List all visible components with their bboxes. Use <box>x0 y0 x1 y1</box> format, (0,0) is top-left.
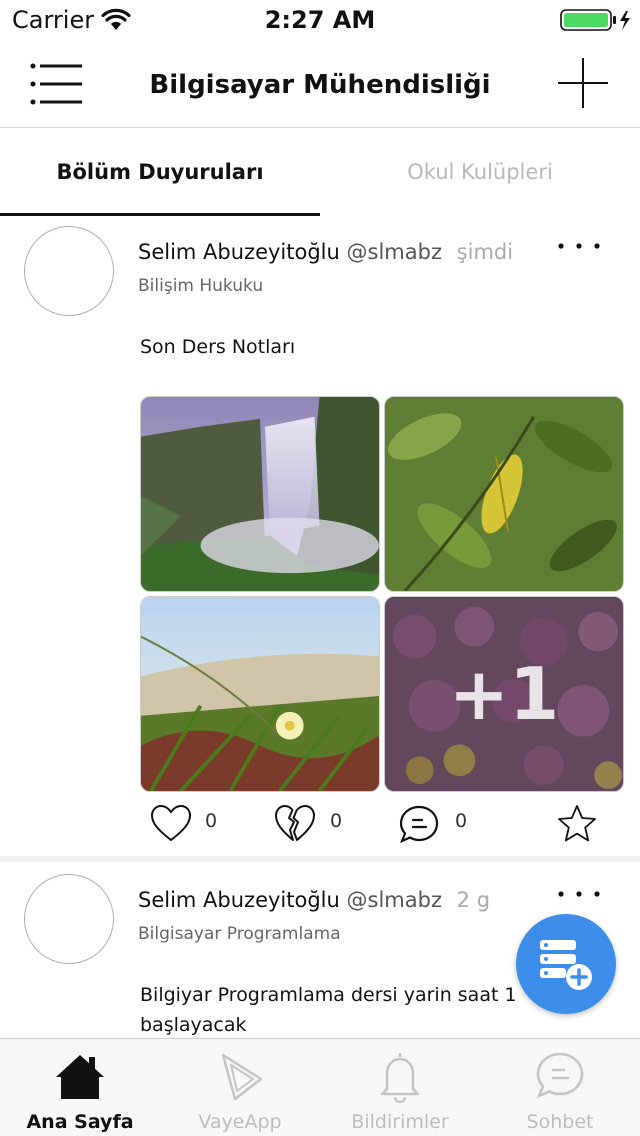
status-time: 2:27 AM <box>264 6 376 34</box>
tab-vayeapp[interactable]: VayeApp <box>160 1039 320 1136</box>
photo-leaves[interactable] <box>384 396 624 592</box>
plus-icon[interactable] <box>556 56 610 110</box>
tab-label: Bildirimler <box>351 1111 449 1133</box>
tab-label: VayeApp <box>198 1111 282 1133</box>
vaye-logo-icon <box>221 1053 263 1101</box>
home-icon <box>56 1055 104 1099</box>
avatar[interactable] <box>24 874 114 964</box>
tab-label: Ana Sayfa <box>26 1111 134 1133</box>
star-icon[interactable] <box>556 804 598 844</box>
post-author[interactable]: Selim Abuzeyitoğlu <box>138 888 340 912</box>
dislike-count: 0 <box>330 810 343 832</box>
page-title: Bilgisayar Mühendisliği <box>149 70 491 100</box>
tab-label: Sohbet <box>526 1111 594 1133</box>
tab-sohbet[interactable]: Sohbet <box>480 1039 640 1136</box>
like-count: 0 <box>205 810 218 832</box>
avatar[interactable] <box>24 226 114 316</box>
post-actions: 0 0 0 <box>0 802 640 846</box>
post-author[interactable]: Selim Abuzeyitoğlu <box>138 240 340 264</box>
post-time: şimdi <box>456 240 514 264</box>
photo-purple-flowers[interactable]: +1 <box>384 596 624 792</box>
floating-action-button[interactable] <box>516 914 616 1014</box>
comment-count: 0 <box>455 810 468 832</box>
bottom-tab-bar: Ana Sayfa VayeApp Bildirimler Sohbet <box>0 1038 640 1136</box>
photo-gallery: +1 <box>140 396 624 794</box>
comment-icon[interactable] <box>398 804 440 844</box>
tab-bildirimler[interactable]: Bildirimler <box>320 1039 480 1136</box>
tab-bolum-duyurulari[interactable]: Bölüm Duyuruları <box>0 128 320 216</box>
broken-heart-icon[interactable] <box>274 804 316 844</box>
bell-icon <box>380 1053 420 1103</box>
more-options-icon[interactable] <box>556 240 602 252</box>
post-header: Selim Abuzeyitoğlu @slmabz şimdi <box>138 240 513 264</box>
more-photos-overlay[interactable]: +1 <box>385 597 623 791</box>
post-time: 2 g <box>456 888 491 912</box>
photo-flower[interactable] <box>140 596 380 792</box>
post-category: Bilgisayar Programlama <box>138 924 341 944</box>
post-header: Selim Abuzeyitoğlu @slmabz 2 g <box>138 888 490 912</box>
post-text: Son Ders Notları <box>140 336 296 358</box>
server-add-icon <box>540 940 592 990</box>
post-category: Bilişim Hukuku <box>138 276 264 296</box>
tab-ana-sayfa[interactable]: Ana Sayfa <box>0 1039 160 1136</box>
post-handle[interactable]: @slmabz <box>347 240 442 264</box>
more-options-icon[interactable] <box>556 888 602 900</box>
photo-waterfall[interactable] <box>140 396 380 592</box>
battery-icon <box>560 9 630 31</box>
heart-icon[interactable] <box>150 804 192 844</box>
category-tabs: Bölüm Duyuruları Okul Kulüpleri <box>0 128 640 216</box>
post-card[interactable]: Selim Abuzeyitoğlu @slmabz şimdi Bilişim… <box>0 216 640 856</box>
chat-icon <box>536 1052 584 1099</box>
post-handle[interactable]: @slmabz <box>347 888 442 912</box>
tab-okul-kulupleri[interactable]: Okul Kulüpleri <box>320 128 640 216</box>
status-bar: Carrier 2:27 AM <box>0 0 640 40</box>
navigation-bar: Bilgisayar Mühendisliği <box>0 40 640 128</box>
